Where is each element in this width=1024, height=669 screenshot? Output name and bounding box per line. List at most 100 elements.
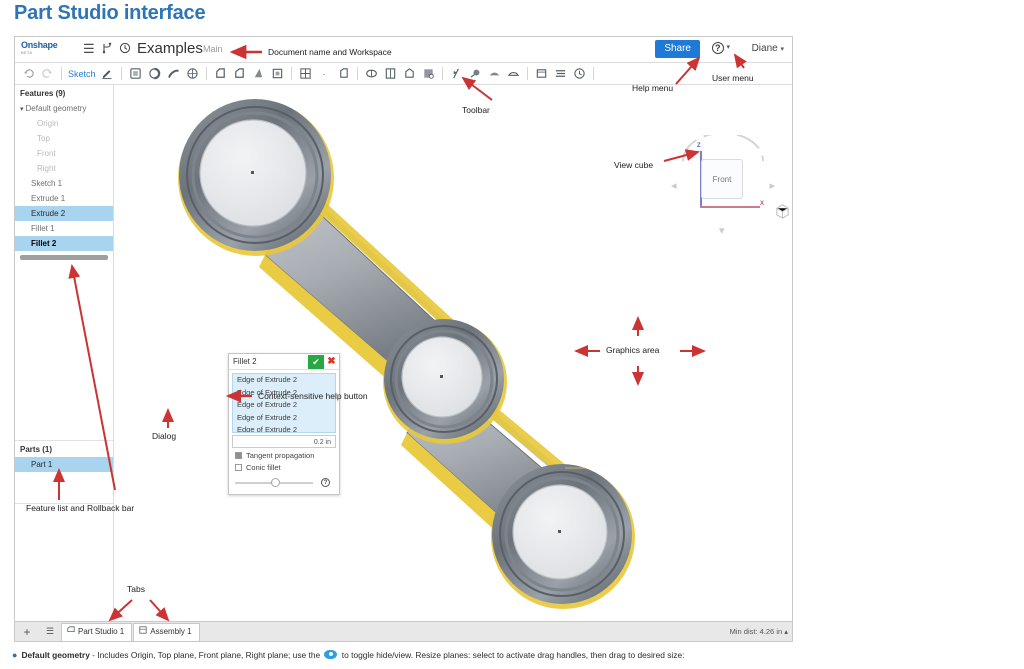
tree-item-fillet-1[interactable]: Fillet 1 <box>15 221 113 236</box>
curve-icon[interactable] <box>165 65 182 82</box>
boss-lower <box>491 464 635 609</box>
checkbox-checked-icon[interactable] <box>235 452 242 459</box>
redo-arrow-icon[interactable] <box>39 65 56 82</box>
tangent-propagation-checkbox[interactable]: Tangent propagation <box>229 448 339 460</box>
eye-visibility-icon <box>324 650 338 659</box>
revolve-icon[interactable] <box>231 65 248 82</box>
point-icon[interactable] <box>184 65 201 82</box>
chevron-down-icon: ▾ <box>726 44 730 51</box>
tree-item-label: Default geometry <box>25 104 87 113</box>
annotation-document-name: Document name and Workspace <box>268 47 392 57</box>
tree-item-extrude-1[interactable]: Extrude 1 <box>15 191 113 206</box>
transform-icon[interactable] <box>486 65 503 82</box>
tree-item-fillet-2[interactable]: Fillet 2 <box>15 236 113 251</box>
annotation-tabs: Tabs <box>127 584 145 594</box>
sketch-pencil-icon[interactable] <box>99 65 116 82</box>
measure-icon[interactable] <box>571 65 588 82</box>
parts-item-part-1[interactable]: Part 1 <box>15 457 113 472</box>
list-item[interactable]: Edge of Extrude 2 <box>233 412 335 425</box>
view-arrow-right-icon[interactable]: ▸ <box>769 179 775 192</box>
dialog-cancel-button[interactable]: ✖ <box>324 355 339 369</box>
annotation-help-menu: Help menu <box>632 83 674 93</box>
tree-item-sketch-1[interactable]: Sketch 1 <box>15 176 113 191</box>
tree-item-origin[interactable]: Origin <box>15 116 113 131</box>
document-tab-bar: + ☰ Part Studio 1 Assembly 1 Min dist: 4… <box>15 621 792 641</box>
toolbar-divider <box>120 67 122 80</box>
chevron-down-icon[interactable]: ▾ <box>20 106 24 113</box>
move-face-icon[interactable] <box>467 65 484 82</box>
helix-icon[interactable] <box>146 65 163 82</box>
user-menu-button[interactable]: Diane ▾ <box>752 43 784 54</box>
tree-item-extrude-2[interactable]: Extrude 2 <box>15 206 113 221</box>
conic-fillet-checkbox[interactable]: Conic fillet <box>229 460 339 472</box>
mirror-icon[interactable] <box>505 65 522 82</box>
tree-item-right[interactable]: Right <box>15 161 113 176</box>
boss-upper <box>178 99 334 256</box>
share-button[interactable]: Share <box>655 40 700 58</box>
annotation-dialog: Dialog <box>152 431 177 441</box>
toolbar-divider <box>290 67 292 80</box>
toolbar-divider <box>592 67 594 80</box>
tree-item-front[interactable]: Front <box>15 146 113 161</box>
page-title: Part Studio interface <box>14 2 206 24</box>
context-help-icon[interactable]: ? <box>321 478 330 487</box>
page-caption: ● Default geometry - Includes Origin, Top… <box>0 650 1024 660</box>
annotation-feature-list: Feature list and Rollback bar <box>26 503 135 513</box>
status-min-distance[interactable]: Min dist: 4.26 in ▴ <box>730 627 788 636</box>
thicken-icon[interactable] <box>335 65 352 82</box>
display-mode-cube-icon[interactable] <box>774 203 791 220</box>
dialog-title: Fillet 2 <box>233 357 257 366</box>
checkbox-unchecked-icon[interactable] <box>235 464 242 471</box>
toolbar-divider <box>61 67 62 80</box>
axis-x-line <box>700 206 760 208</box>
rollback-bar[interactable] <box>20 255 108 260</box>
draft-icon[interactable] <box>401 65 418 82</box>
edge-selection-list[interactable]: Edge of Extrude 2 Edge of Extrude 2 Edge… <box>232 373 336 433</box>
boolean-icon[interactable] <box>297 65 314 82</box>
fillet-radius-input[interactable]: 0.2 in <box>232 435 336 448</box>
view-arrow-down-icon[interactable]: ▾ <box>719 224 725 237</box>
fillet-icon[interactable] <box>363 65 380 82</box>
help-menu-button[interactable]: ? ▾ <box>711 41 730 54</box>
split-icon[interactable] <box>448 65 465 82</box>
onshape-logo[interactable]: Onshape BETA <box>21 40 67 55</box>
undo-arrow-icon[interactable] <box>20 65 37 82</box>
tab-assembly-1[interactable]: Assembly 1 <box>133 622 200 641</box>
tree-item-default-geometry[interactable]: ▾ Default geometry <box>15 101 113 116</box>
feature-toolbar: Sketch · <box>15 63 792 85</box>
branch-icon[interactable] <box>101 42 113 57</box>
annotation-context-help: Context-sensitive help button <box>258 391 368 401</box>
tab-list-button[interactable]: ☰ <box>39 626 61 637</box>
sweep-icon[interactable] <box>250 65 267 82</box>
bullet-icon: ● <box>12 650 18 660</box>
add-tab-button[interactable]: + <box>15 625 39 639</box>
shell-icon[interactable] <box>420 65 437 82</box>
sketch-button-label[interactable]: Sketch <box>68 69 96 79</box>
fillet-dialog[interactable]: Fillet 2 ✔ ✖ Edge of Extrude 2 Edge of E… <box>228 353 340 495</box>
plane-icon[interactable] <box>127 65 144 82</box>
pattern-icon[interactable] <box>552 65 569 82</box>
workspace-name[interactable]: Main <box>203 44 223 54</box>
axis-x-label: X <box>760 201 765 207</box>
tree-item-top[interactable]: Top <box>15 131 113 146</box>
view-cube[interactable]: ◂ ▸ ▾ Z X Front <box>671 133 775 237</box>
annotation-view-cube: View cube <box>614 160 654 170</box>
view-arrow-left-icon[interactable]: ◂ <box>671 179 677 192</box>
caption-term: Default geometry <box>21 650 90 660</box>
list-item[interactable]: Edge of Extrude 2 <box>233 424 335 432</box>
list-item[interactable]: Edge of Extrude 2 <box>233 374 335 387</box>
hamburger-menu-icon[interactable]: ☰ <box>83 42 95 56</box>
graphics-area[interactable]: ◂ ▸ ▾ Z X Front Fillet 2 ✔ ✖ Edge of Ext… <box>115 85 792 623</box>
dialog-confirm-button[interactable]: ✔ <box>308 354 324 369</box>
chamfer-icon[interactable] <box>382 65 399 82</box>
history-clock-icon[interactable] <box>119 42 131 57</box>
fillet-slider[interactable]: ? <box>235 477 333 489</box>
extrude-icon[interactable] <box>212 65 229 82</box>
document-name[interactable]: Examples <box>137 39 203 59</box>
tab-part-studio-1[interactable]: Part Studio 1 <box>61 622 133 641</box>
parts-item-label: Part 1 <box>31 460 53 469</box>
view-cube-front-face[interactable]: Front <box>701 159 743 199</box>
loft-icon[interactable] <box>269 65 286 82</box>
slider-knob[interactable] <box>271 478 280 487</box>
sheet-metal-icon[interactable] <box>533 65 550 82</box>
